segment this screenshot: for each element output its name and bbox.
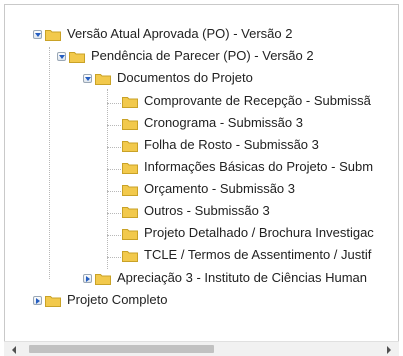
tree-node-label[interactable]: Versão Atual Aprovada (PO) - Versão 2 xyxy=(67,24,292,44)
horizontal-scrollbar[interactable] xyxy=(4,341,399,356)
tree-node-label[interactable]: Orçamento - Submissão 3 xyxy=(144,179,295,199)
tree-node-doc-item[interactable]: TCLE / Termos de Assentimento / Justif xyxy=(122,245,371,265)
tree-node-label[interactable]: Projeto Detalhado / Brochura Investigac xyxy=(144,223,374,243)
folder-icon xyxy=(122,117,138,130)
tree-node-doc-item[interactable]: Cronograma - Submissão 3 xyxy=(122,113,303,133)
tree-node-label[interactable]: Folha de Rosto - Submissão 3 xyxy=(144,135,319,155)
collapse-toggle-icon[interactable] xyxy=(33,29,42,39)
tree-connector xyxy=(107,89,108,269)
tree-connector xyxy=(107,147,121,148)
collapse-toggle-icon[interactable] xyxy=(57,51,66,61)
folder-icon xyxy=(122,249,138,262)
tree-node-versao-atual[interactable]: Versão Atual Aprovada (PO) - Versão 2 xyxy=(33,24,292,44)
folder-icon xyxy=(122,139,138,152)
tree-node-pendencia[interactable]: Pendência de Parecer (PO) - Versão 2 xyxy=(57,46,314,66)
tree-connector xyxy=(107,125,121,126)
tree-node-label[interactable]: Outros - Submissão 3 xyxy=(144,201,270,221)
folder-icon xyxy=(45,294,61,307)
tree-node-doc-item[interactable]: Outros - Submissão 3 xyxy=(122,201,270,221)
tree-node-label[interactable]: Projeto Completo xyxy=(67,290,167,310)
collapse-toggle-icon[interactable] xyxy=(83,73,92,83)
folder-icon xyxy=(122,161,138,174)
tree-node-doc-item[interactable]: Folha de Rosto - Submissão 3 xyxy=(122,135,319,155)
scroll-left-icon[interactable] xyxy=(12,346,16,354)
scroll-right-icon[interactable] xyxy=(387,346,391,354)
tree-node-label[interactable]: TCLE / Termos de Assentimento / Justif xyxy=(144,245,371,265)
tree-node-label[interactable]: Pendência de Parecer (PO) - Versão 2 xyxy=(91,46,314,66)
tree-connector xyxy=(107,213,121,214)
expand-toggle-icon[interactable] xyxy=(33,295,42,305)
tree-node-doc-item[interactable]: Comprovante de Recepção - Submissã xyxy=(122,91,371,111)
tree-node-apreciacao[interactable]: Apreciação 3 - Instituto de Ciências Hum… xyxy=(83,268,367,288)
tree-connector xyxy=(107,235,121,236)
tree-node-doc-item[interactable]: Projeto Detalhado / Brochura Investigac xyxy=(122,223,374,243)
tree-node-documentos[interactable]: Documentos do Projeto xyxy=(83,68,253,88)
tree-node-label[interactable]: Apreciação 3 - Instituto de Ciências Hum… xyxy=(117,268,367,288)
folder-icon xyxy=(122,205,138,218)
tree-node-projeto-completo[interactable]: Projeto Completo xyxy=(33,290,167,310)
tree-node-label[interactable]: Documentos do Projeto xyxy=(117,68,253,88)
folder-icon xyxy=(122,227,138,240)
tree-connector xyxy=(49,47,50,279)
tree-node-label[interactable]: Comprovante de Recepção - Submissã xyxy=(144,91,371,111)
tree-node-label[interactable]: Informações Básicas do Projeto - Subm xyxy=(144,157,373,177)
expand-toggle-icon[interactable] xyxy=(83,273,92,283)
folder-icon xyxy=(122,183,138,196)
tree-connector xyxy=(107,257,121,258)
folder-icon xyxy=(45,28,61,41)
tree-node-doc-item[interactable]: Informações Básicas do Projeto - Subm xyxy=(122,157,373,177)
folder-icon xyxy=(95,272,111,285)
tree-node-label[interactable]: Cronograma - Submissão 3 xyxy=(144,113,303,133)
tree-connector xyxy=(107,191,121,192)
scrollbar-thumb[interactable] xyxy=(29,345,214,353)
folder-icon xyxy=(122,95,138,108)
tree-node-doc-item[interactable]: Orçamento - Submissão 3 xyxy=(122,179,295,199)
tree-connector xyxy=(107,103,121,104)
folder-icon xyxy=(69,50,85,63)
folder-icon xyxy=(95,72,111,85)
tree-connector xyxy=(107,169,121,170)
document-tree-panel: Versão Atual Aprovada (PO) - Versão 2 Pe… xyxy=(4,4,399,354)
